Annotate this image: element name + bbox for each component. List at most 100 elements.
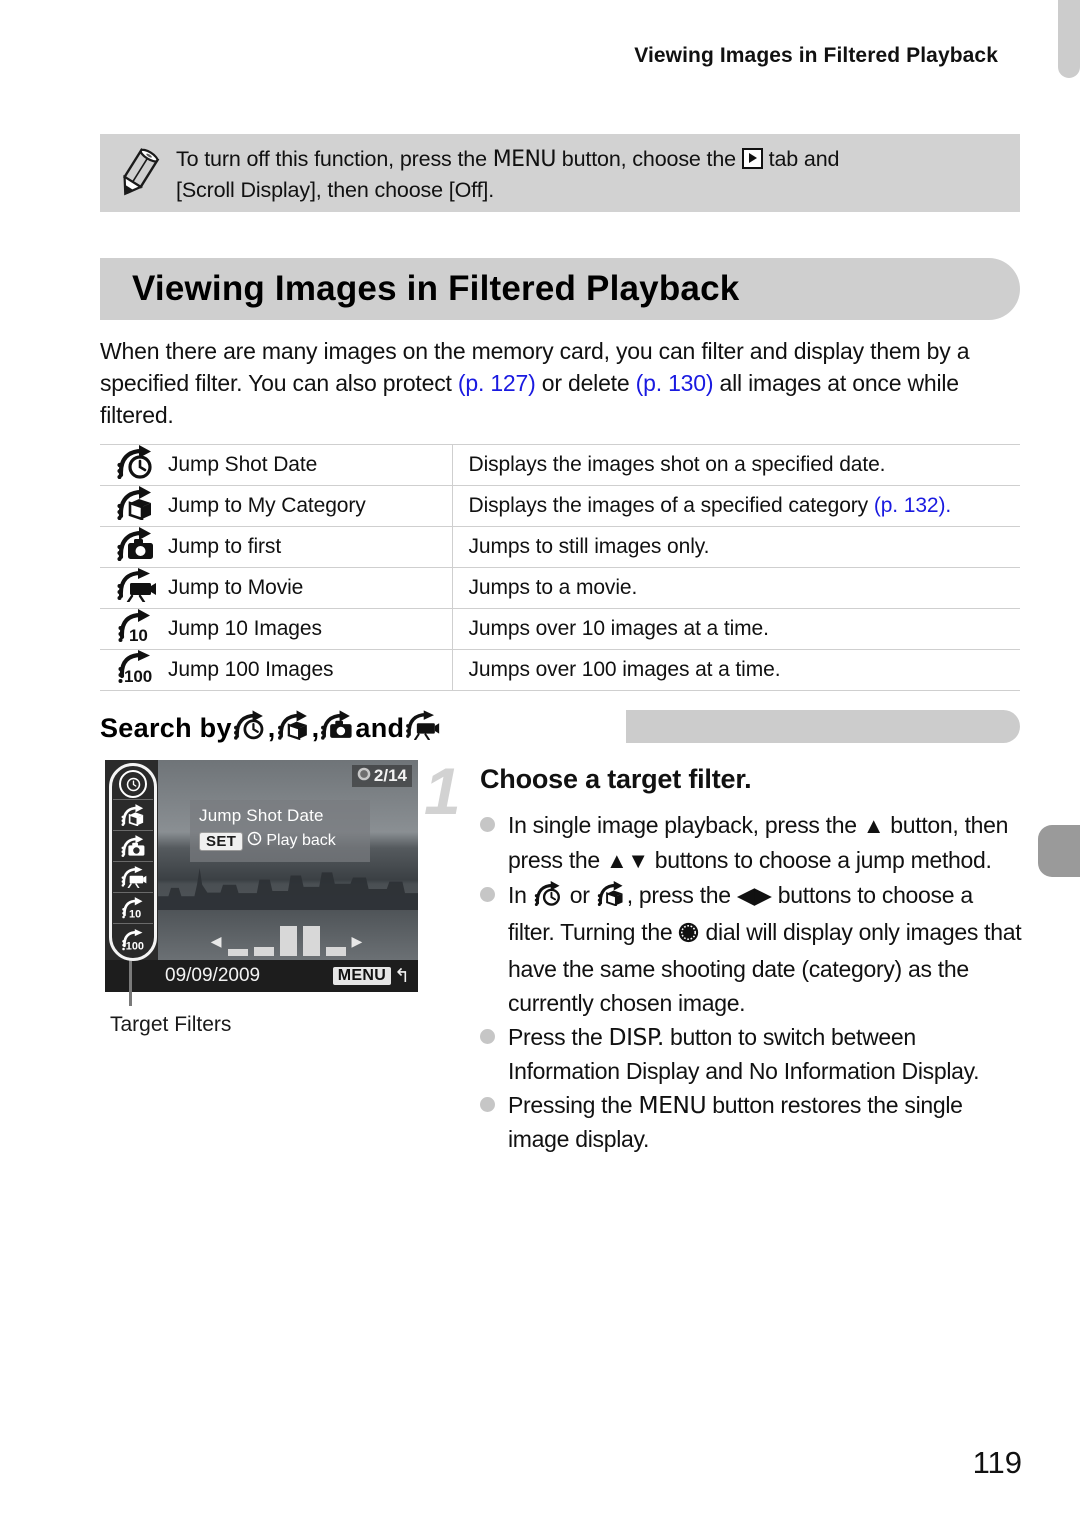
- bullet-text-part: In: [508, 882, 533, 908]
- table-row: Jump to My Category Displays the images …: [100, 485, 1020, 527]
- counter-text: 2/14: [373, 766, 407, 785]
- thumb-small[interactable]: [325, 947, 346, 956]
- table-row: Jump to Movie Jumps to a movie.: [100, 567, 1020, 609]
- page-reference-130[interactable]: (p. 130): [636, 370, 714, 396]
- svg-text:10: 10: [129, 626, 148, 643]
- subhead-and: and: [355, 712, 405, 743]
- desc-text: Jumps to a movie.: [468, 576, 638, 599]
- clock-icon: [247, 831, 262, 851]
- up-button-icon: ▲: [862, 813, 885, 838]
- disp-button-icon: DISP.: [608, 1023, 665, 1051]
- heading-band: [626, 710, 1020, 743]
- desc-text: Jumps over 100 images at a time.: [468, 658, 781, 681]
- shot-date: 09/09/2009: [165, 965, 261, 986]
- bullet-text: Press the DISP. button to switch between…: [508, 1020, 1025, 1088]
- right-arrow-icon[interactable]: ▶: [352, 934, 363, 948]
- bullet-text: In or , press the ◀▶ buttons to choose a…: [508, 878, 1025, 1020]
- note-line1-part-b: button, choose the: [555, 147, 742, 171]
- step-bullet-list: In single image playback, press the ▲ bu…: [480, 808, 1025, 1156]
- filter-cell-jump-my-category[interactable]: [113, 800, 153, 831]
- step-number: 1: [424, 754, 461, 828]
- left-arrow-icon[interactable]: ◀: [211, 934, 222, 948]
- jump-method-name: Jump Shot Date: [162, 444, 453, 486]
- note-box: To turn off this function, press the MEN…: [100, 134, 1020, 212]
- desc-text: Jumps over 10 images at a time.: [468, 617, 769, 640]
- table-row: 10 Jump 10 Images Jumps over 10 images a…: [100, 608, 1020, 650]
- camera-screen-illustration: 2/14 Jump Shot Date SET Play back ◀ ▶ 09…: [105, 760, 418, 992]
- bullet-text: In single image playback, press the ▲ bu…: [508, 808, 1025, 878]
- intro-paragraph: When there are many images on the memory…: [100, 335, 1025, 431]
- jump-shot-date-icon: [100, 444, 162, 486]
- desc-text: Displays the images shot on a specified …: [468, 453, 886, 476]
- toast-action: SET Play back: [199, 831, 361, 851]
- bullet-text-part: In single image playback, press the: [508, 812, 863, 838]
- jump-method-desc: Jumps over 100 images at a time.: [452, 649, 1020, 691]
- desc-ref[interactable]: (p. 132).: [874, 494, 951, 517]
- page-reference-127[interactable]: (p. 127): [458, 370, 536, 396]
- jump-my-category-icon: [100, 485, 162, 527]
- lcd-footer: 09/09/2009 MENU ↰: [105, 960, 418, 992]
- thumbnail-strip: ◀ ▶: [165, 922, 408, 956]
- jump-shot-date-icon: [533, 881, 564, 915]
- jump-to-first-icon: [100, 526, 162, 568]
- jump-methods-table: Jump Shot Date Displays the images shot …: [100, 444, 1020, 691]
- jump-method-name: Jump 100 Images: [162, 649, 453, 691]
- playback-tab-icon: [741, 148, 763, 169]
- menu-button-badge[interactable]: MENU: [332, 967, 392, 985]
- image-counter: 2/14: [351, 765, 412, 787]
- filter-cell-jump-to-first[interactable]: [113, 831, 153, 862]
- bullet-text-part: , press the: [626, 882, 737, 908]
- jump-method-name: Jump to Movie: [162, 567, 453, 609]
- jump-my-category-icon: [276, 709, 312, 747]
- bullet-choose-filter: In or , press the ◀▶ buttons to choose a…: [480, 878, 1025, 1020]
- thumb-small[interactable]: [253, 947, 274, 956]
- control-dial-icon: [357, 766, 371, 786]
- subsection-heading: Search by , , and: [100, 709, 440, 747]
- pencil-icon: [114, 144, 176, 205]
- subhead-lead: Search by: [100, 712, 232, 743]
- jump-method-name: Jump 10 Images: [162, 608, 453, 650]
- bullet-text-part: Pressing the: [508, 1092, 639, 1118]
- bullet-dot-icon: [480, 1020, 508, 1088]
- bullet-press-up: In single image playback, press the ▲ bu…: [480, 808, 1025, 878]
- thumb-current[interactable]: [302, 926, 320, 956]
- table-row: Jump to first Jumps to still images only…: [100, 526, 1020, 568]
- intro-text-b: or delete: [535, 370, 636, 396]
- page-number: 119: [972, 1445, 1022, 1480]
- jump-to-movie-icon: [404, 709, 440, 747]
- filter-cell-jump-100-images[interactable]: 100: [113, 924, 153, 955]
- target-filters-strip[interactable]: 10 100: [109, 763, 157, 961]
- note-line2: [Scroll Display], then choose [Off].: [176, 178, 495, 202]
- svg-text:10: 10: [129, 909, 141, 919]
- jump-method-desc: Jumps over 10 images at a time.: [452, 608, 1020, 650]
- svg-text:100: 100: [124, 667, 152, 684]
- bullet-disp: Press the DISP. button to switch between…: [480, 1020, 1025, 1088]
- menu-button-icon: MENU: [638, 1091, 707, 1119]
- jump-to-movie-icon: [100, 567, 162, 609]
- bullet-dot-icon: [480, 1088, 508, 1156]
- filter-cell-jump-shot-date[interactable]: [113, 769, 153, 800]
- playback-label: Play back: [266, 832, 336, 849]
- bullet-text-part: Press the: [508, 1024, 609, 1050]
- filter-cell-jump-to-movie[interactable]: [113, 862, 153, 893]
- thumb-small[interactable]: [227, 949, 248, 956]
- note-line1-part-a: To turn off this function, press the: [176, 147, 493, 171]
- selected-indicator: [119, 770, 147, 798]
- running-head: Viewing Images in Filtered Playback: [634, 44, 998, 67]
- lcd-screen: 2/14 Jump Shot Date SET Play back ◀ ▶ 09…: [105, 760, 418, 992]
- control-dial-icon: [678, 918, 699, 952]
- desc-text: Jumps to still images only.: [468, 535, 710, 558]
- bullet-text-part: or: [563, 882, 596, 908]
- jump-method-name: Jump to My Category: [162, 485, 453, 527]
- edge-index-tab-chapter: [1038, 825, 1080, 877]
- caption-leader-line: [129, 958, 132, 1006]
- note-text: To turn off this function, press the MEN…: [176, 144, 839, 206]
- set-button-badge[interactable]: SET: [199, 831, 244, 851]
- step-title: Choose a target filter.: [480, 764, 752, 794]
- jump-method-desc: Jumps to still images only.: [452, 526, 1020, 568]
- bullet-text-part: buttons to choose a jump method.: [648, 847, 992, 873]
- thumb-current[interactable]: [279, 926, 297, 956]
- return-arrow-icon: ↰: [394, 965, 410, 987]
- bullet-dot-icon: [480, 808, 508, 878]
- filter-cell-jump-10-images[interactable]: 10: [113, 893, 153, 924]
